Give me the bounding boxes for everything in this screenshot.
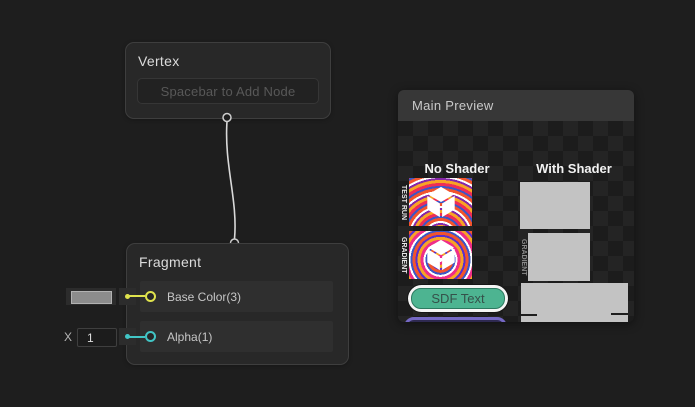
- base-color-label: Base Color(3): [167, 290, 241, 304]
- alpha-x-label: X: [64, 330, 72, 344]
- texture-preview-1: [409, 178, 472, 226]
- base-color-connector: [119, 288, 136, 305]
- alpha-value-field[interactable]: 1: [77, 328, 117, 347]
- base-color-port-icon[interactable]: [145, 291, 156, 302]
- gray-notch-right: [611, 313, 628, 315]
- alpha-port-icon[interactable]: [145, 331, 156, 342]
- alpha-value: 1: [87, 331, 94, 345]
- fragment-node-title: Fragment: [139, 254, 201, 270]
- unity-cube-icon: [423, 184, 459, 220]
- unity-cube-icon: [423, 237, 459, 273]
- fragment-row-alpha: Alpha(1): [140, 321, 333, 352]
- column-header-with-shader: With Shader: [524, 161, 624, 176]
- vertex-fragment-edge[interactable]: [227, 122, 235, 240]
- shader-preview-gray-text: [521, 283, 628, 322]
- alpha-label: Alpha(1): [167, 330, 212, 344]
- main-preview-title: Main Preview: [412, 98, 494, 113]
- texture-preview-2: [409, 231, 472, 279]
- sdf-text-label: SDF Text: [431, 291, 484, 306]
- texture-label-test-run: TEST RUN: [399, 178, 408, 226]
- base-color-link-line: [129, 295, 145, 297]
- main-preview-header[interactable]: Main Preview: [398, 90, 634, 121]
- add-node-placeholder-label: Spacebar to Add Node: [161, 84, 296, 99]
- vertex-node-title: Vertex: [138, 53, 180, 69]
- add-node-placeholder[interactable]: Spacebar to Add Node: [137, 78, 319, 104]
- main-preview-body: No Shader With Shader TEST RUN GRADIENT …: [398, 121, 634, 322]
- fragment-row-base-color: Base Color(3): [140, 281, 333, 312]
- shader-label-gradient: GRADIENT: [519, 233, 528, 281]
- texture-label-gradient: GRADIENT: [399, 231, 408, 279]
- alpha-link-line: [129, 336, 145, 338]
- shader-preview-gray-2: [528, 233, 590, 281]
- shader-preview-gray-1: [520, 182, 590, 229]
- column-header-no-shader: No Shader: [412, 161, 502, 176]
- fragment-node[interactable]: Fragment Base Color(3) Alpha(1): [126, 243, 349, 365]
- base-color-swatch[interactable]: [71, 291, 112, 304]
- vertex-node[interactable]: Vertex Spacebar to Add Node: [125, 42, 331, 119]
- bitmap-text-button-preview: Bitmap Text: [404, 317, 507, 322]
- gray-notch-left: [521, 314, 537, 316]
- sdf-text-button-inner: SDF Text: [411, 288, 505, 309]
- sdf-text-button-preview: SDF Text: [408, 285, 508, 312]
- base-color-swatch-wrap: [66, 288, 116, 305]
- main-preview-panel: Main Preview No Shader With Shader TEST …: [398, 90, 634, 322]
